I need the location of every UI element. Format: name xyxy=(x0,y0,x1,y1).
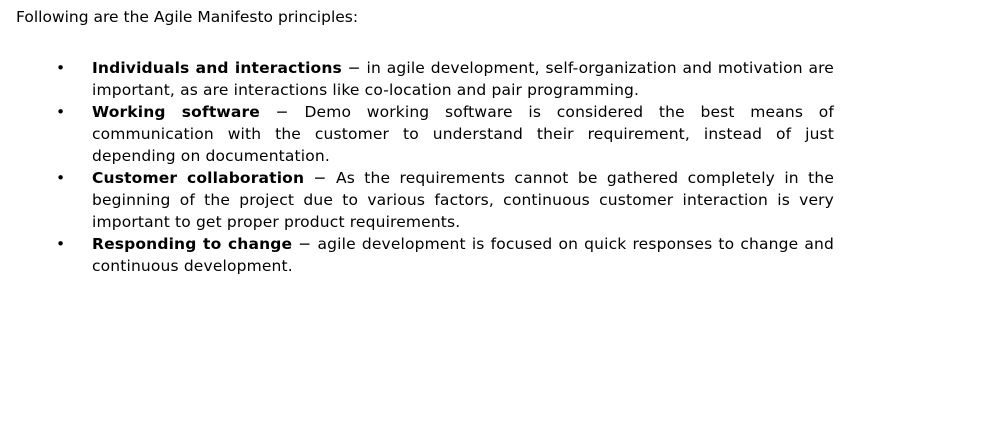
bullet-icon: • xyxy=(56,59,66,77)
principle-text: Responding to change − agile development… xyxy=(92,233,834,277)
principle-text: Customer collaboration − As the requirem… xyxy=(92,167,834,233)
document-page: Following are the Agile Manifesto princi… xyxy=(0,0,1005,423)
principle-item-working-software: • Working software − Demo working softwa… xyxy=(56,101,834,167)
bullet-icon: • xyxy=(56,235,66,253)
bullet-icon: • xyxy=(56,169,66,187)
principle-term: Individuals and interactions xyxy=(92,59,342,77)
principle-term: Customer collaboration xyxy=(92,169,305,187)
principle-item-individuals-and-interactions: • Individuals and interactions − in agil… xyxy=(56,57,834,101)
principle-term: Working software xyxy=(92,103,260,121)
principle-item-responding-to-change: • Responding to change − agile developme… xyxy=(56,233,834,277)
principle-term: Responding to change xyxy=(92,235,293,253)
principle-item-customer-collaboration: • Customer collaboration − As the requir… xyxy=(56,167,834,233)
principle-text: Working software − Demo working software… xyxy=(92,101,834,167)
principle-text: Individuals and interactions − in agile … xyxy=(92,57,834,101)
principles-list: • Individuals and interactions − in agil… xyxy=(56,57,834,277)
bullet-icon: • xyxy=(56,103,66,121)
intro-text: Following are the Agile Manifesto princi… xyxy=(16,8,359,26)
